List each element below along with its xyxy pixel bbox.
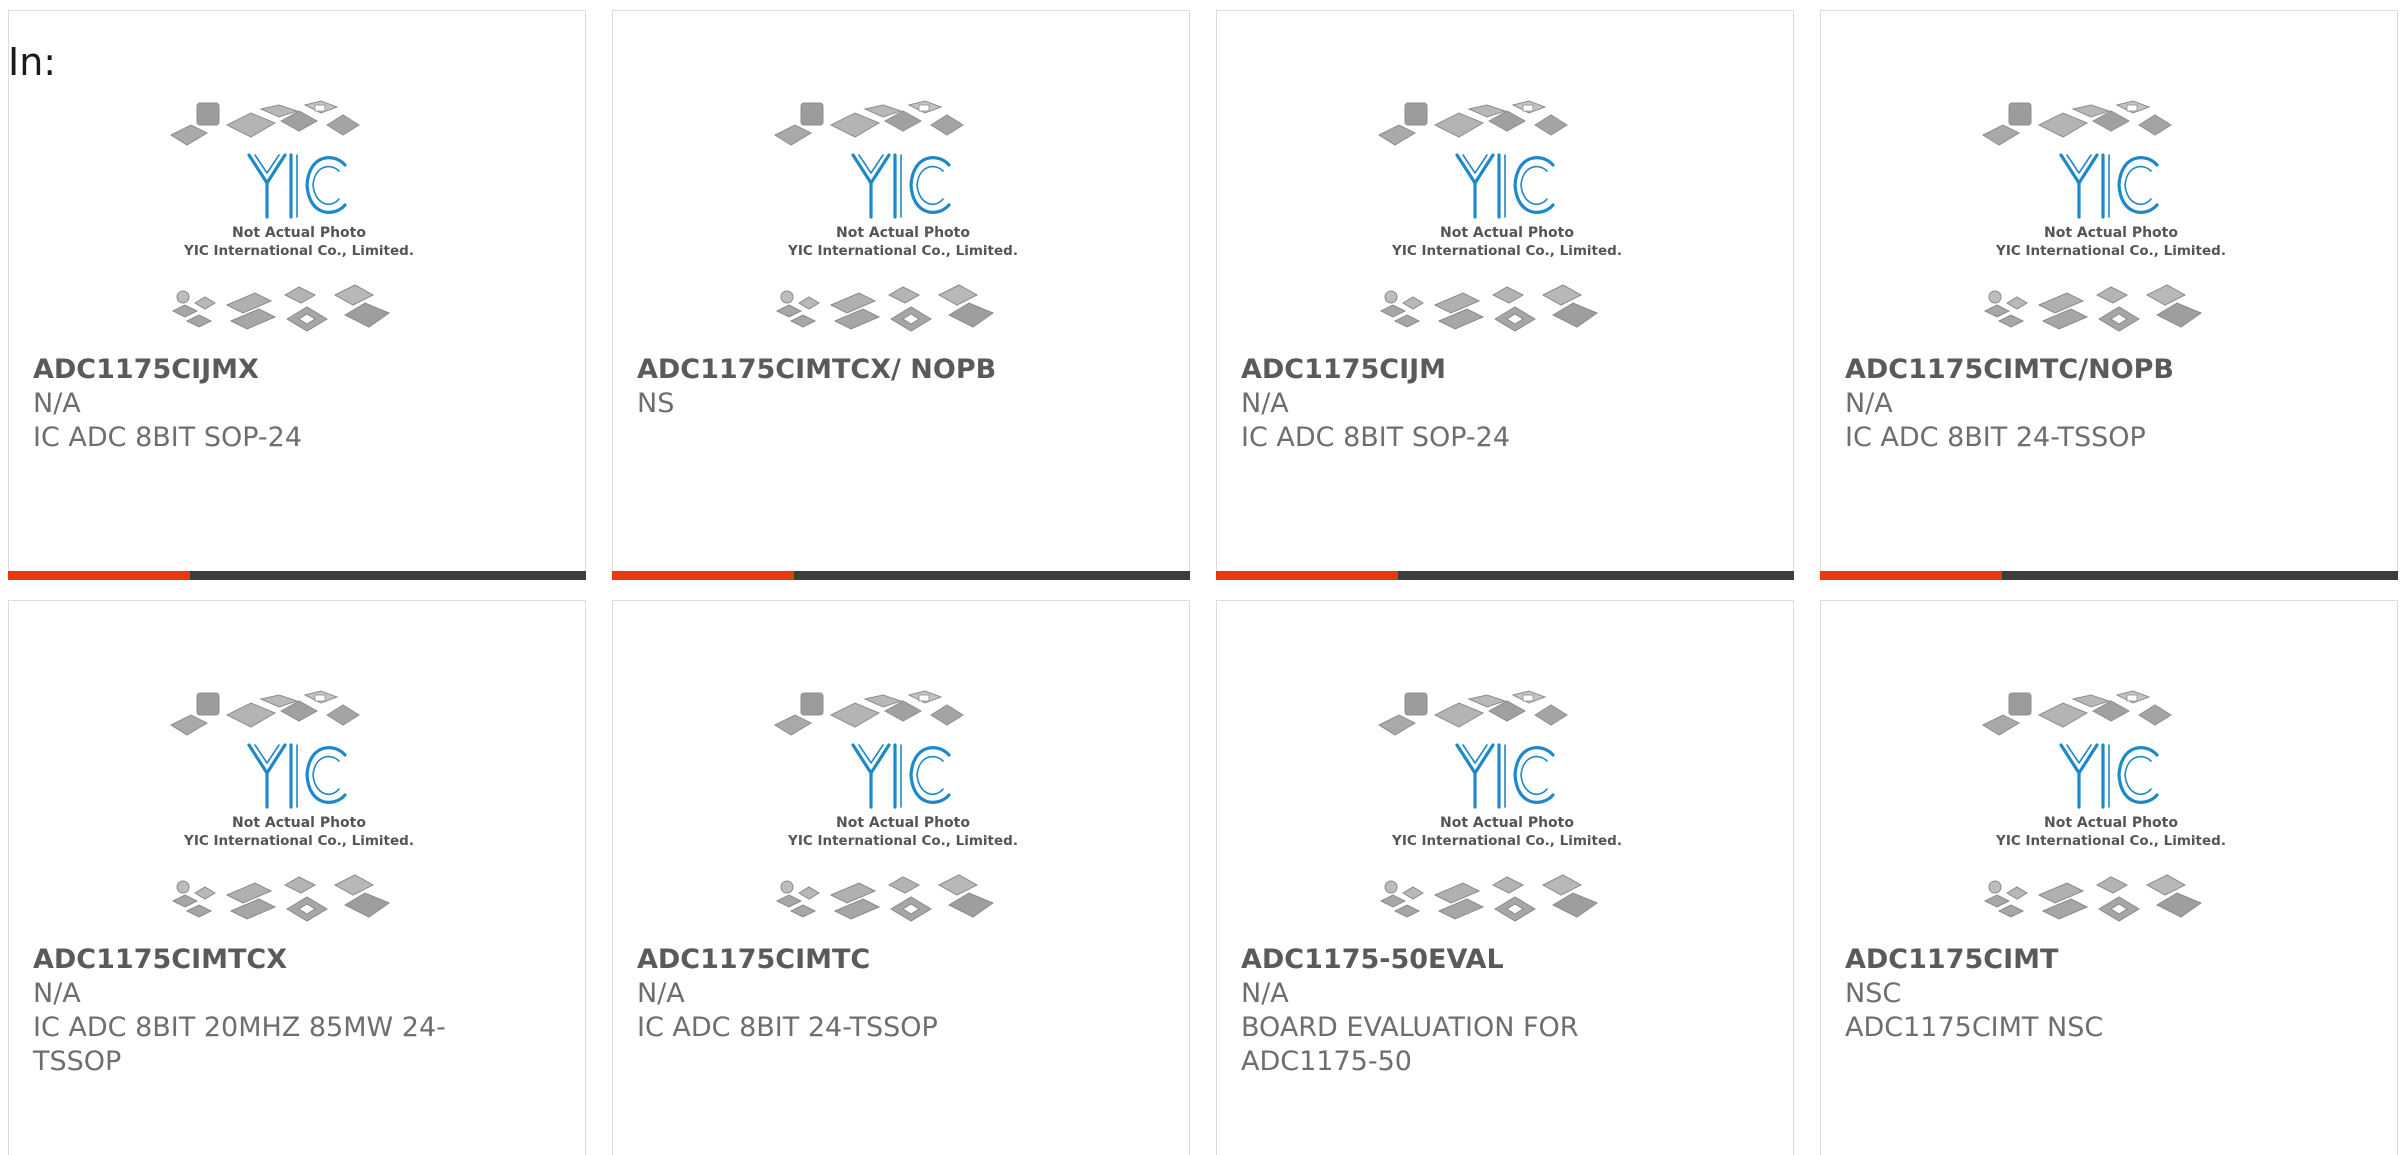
product-info: ADC1175CIJMX N/A IC ADC 8BIT SOP-24 [33,353,473,455]
placeholder-photo: Not Actual Photo YIC International Co., … [169,690,414,922]
product-info: ADC1175CIJM N/A IC ADC 8BIT SOP-24 [1241,353,1681,455]
part-number[interactable]: ADC1175CIMT [1845,943,2285,977]
placeholder-photo: Not Actual Photo YIC International Co., … [1981,690,2226,922]
caption-line2: YIC International Co., Limited. [1391,833,1622,849]
caption-line1: Not Actual Photo [2044,815,2178,831]
product-card-6[interactable]: Not Actual Photo YIC International Co., … [612,600,1190,1155]
chip-icons-top [1377,690,1568,736]
card-bar-accent [612,571,794,580]
chip-icons-top [773,100,964,146]
card-bar-accent [1216,571,1398,580]
chip-icons-bottom [1379,874,1599,922]
section-heading: In: [8,40,57,84]
caption-line1: Not Actual Photo [836,225,970,241]
chip-icons-bottom [1983,874,2203,922]
placeholder-photo: Not Actual Photo YIC International Co., … [773,690,1018,922]
card-bottom-bar [612,571,1190,580]
placeholder-photo: Not Actual Photo YIC International Co., … [169,100,414,332]
chip-icons-bottom [1379,284,1599,332]
caption-line2: YIC International Co., Limited. [1995,243,2226,259]
card-bar-accent [8,571,190,580]
chip-icons-top [1981,100,2172,146]
product-info: ADC1175CIMTCX/ NOPB NS [637,353,1077,421]
part-number[interactable]: ADC1175CIMTC/NOPB [1845,353,2285,387]
chip-icons-top [1981,690,2172,736]
product-card-7[interactable]: Not Actual Photo YIC International Co., … [1216,600,1794,1155]
product-card-2[interactable]: Not Actual Photo YIC International Co., … [612,10,1190,580]
product-info: ADC1175CIMT NSC ADC1175CIMT NSC [1845,943,2285,1045]
description: ADC1175CIMT NSC [1845,1012,2104,1043]
yic-logo-icon [2059,153,2159,219]
product-info: ADC1175CIMTCX N/A IC ADC 8BIT 20MHZ 85MW… [33,943,473,1079]
description: IC ADC 8BIT 24-TSSOP [637,1012,938,1043]
chip-icons-bottom [171,284,391,332]
chip-icons-top [169,100,360,146]
chip-icons-bottom [1983,284,2203,332]
placeholder-photo: Not Actual Photo YIC International Co., … [1377,690,1622,922]
caption-line2: YIC International Co., Limited. [183,243,414,259]
part-number[interactable]: ADC1175CIMTCX [33,943,473,977]
chip-icons-bottom [171,874,391,922]
description: BOARD EVALUATION FOR ADC1175-50 [1241,1012,1579,1077]
caption-line1: Not Actual Photo [1440,225,1574,241]
caption-line1: Not Actual Photo [836,815,970,831]
manufacturer: N/A [1845,388,1893,419]
yic-logo-icon [2059,743,2159,809]
caption-line1: Not Actual Photo [232,225,366,241]
product-card-3[interactable]: Not Actual Photo YIC International Co., … [1216,10,1794,580]
yic-logo-icon [1455,153,1555,219]
card-bottom-bar [1216,571,1794,580]
yic-logo-icon [247,743,347,809]
yic-logo-icon [851,743,951,809]
yic-logo-icon [247,153,347,219]
placeholder-photo: Not Actual Photo YIC International Co., … [1377,100,1622,332]
product-info: ADC1175CIMTC/NOPB N/A IC ADC 8BIT 24-TSS… [1845,353,2285,455]
description: IC ADC 8BIT 24-TSSOP [1845,422,2146,453]
manufacturer: NSC [1845,978,1902,1009]
caption-line1: Not Actual Photo [1440,815,1574,831]
caption-line1: Not Actual Photo [2044,225,2178,241]
placeholder-photo: Not Actual Photo YIC International Co., … [773,100,1018,332]
part-number[interactable]: ADC1175-50EVAL [1241,943,1681,977]
yic-logo-icon [851,153,951,219]
caption-line1: Not Actual Photo [232,815,366,831]
caption-line2: YIC International Co., Limited. [787,243,1018,259]
part-number[interactable]: ADC1175CIMTCX/ NOPB [637,353,1077,387]
caption-line2: YIC International Co., Limited. [787,833,1018,849]
chip-icons-top [169,690,360,736]
manufacturer: N/A [1241,978,1289,1009]
product-info: ADC1175-50EVAL N/A BOARD EVALUATION FOR … [1241,943,1681,1079]
product-card-1[interactable]: Not Actual Photo YIC International Co., … [8,10,586,580]
caption-line2: YIC International Co., Limited. [1995,833,2226,849]
part-number[interactable]: ADC1175CIMTC [637,943,1077,977]
description: IC ADC 8BIT SOP-24 [1241,422,1511,453]
part-number[interactable]: ADC1175CIJMX [33,353,473,387]
placeholder-photo: Not Actual Photo YIC International Co., … [1981,100,2226,332]
manufacturer: N/A [33,978,81,1009]
manufacturer: N/A [33,388,81,419]
product-card-4[interactable]: Not Actual Photo YIC International Co., … [1820,10,2398,580]
card-bottom-bar [1820,571,2398,580]
card-bottom-bar [8,571,586,580]
product-card-5[interactable]: Not Actual Photo YIC International Co., … [8,600,586,1155]
chip-icons-top [1377,100,1568,146]
product-info: ADC1175CIMTC N/A IC ADC 8BIT 24-TSSOP [637,943,1077,1045]
product-card-8[interactable]: Not Actual Photo YIC International Co., … [1820,600,2398,1155]
product-grid-page: In: Not Actual Photo YIC International C… [0,0,2400,1155]
manufacturer: N/A [1241,388,1289,419]
part-number[interactable]: ADC1175CIJM [1241,353,1681,387]
manufacturer: N/A [637,978,685,1009]
manufacturer: NS [637,388,675,419]
description: IC ADC 8BIT 20MHZ 85MW 24-TSSOP [33,1012,446,1077]
chip-icons-top [773,690,964,736]
caption-line2: YIC International Co., Limited. [183,833,414,849]
description: IC ADC 8BIT SOP-24 [33,422,303,453]
yic-logo-icon [1455,743,1555,809]
chip-icons-bottom [775,874,995,922]
caption-line2: YIC International Co., Limited. [1391,243,1622,259]
card-bar-accent [1820,571,2002,580]
chip-icons-bottom [775,284,995,332]
